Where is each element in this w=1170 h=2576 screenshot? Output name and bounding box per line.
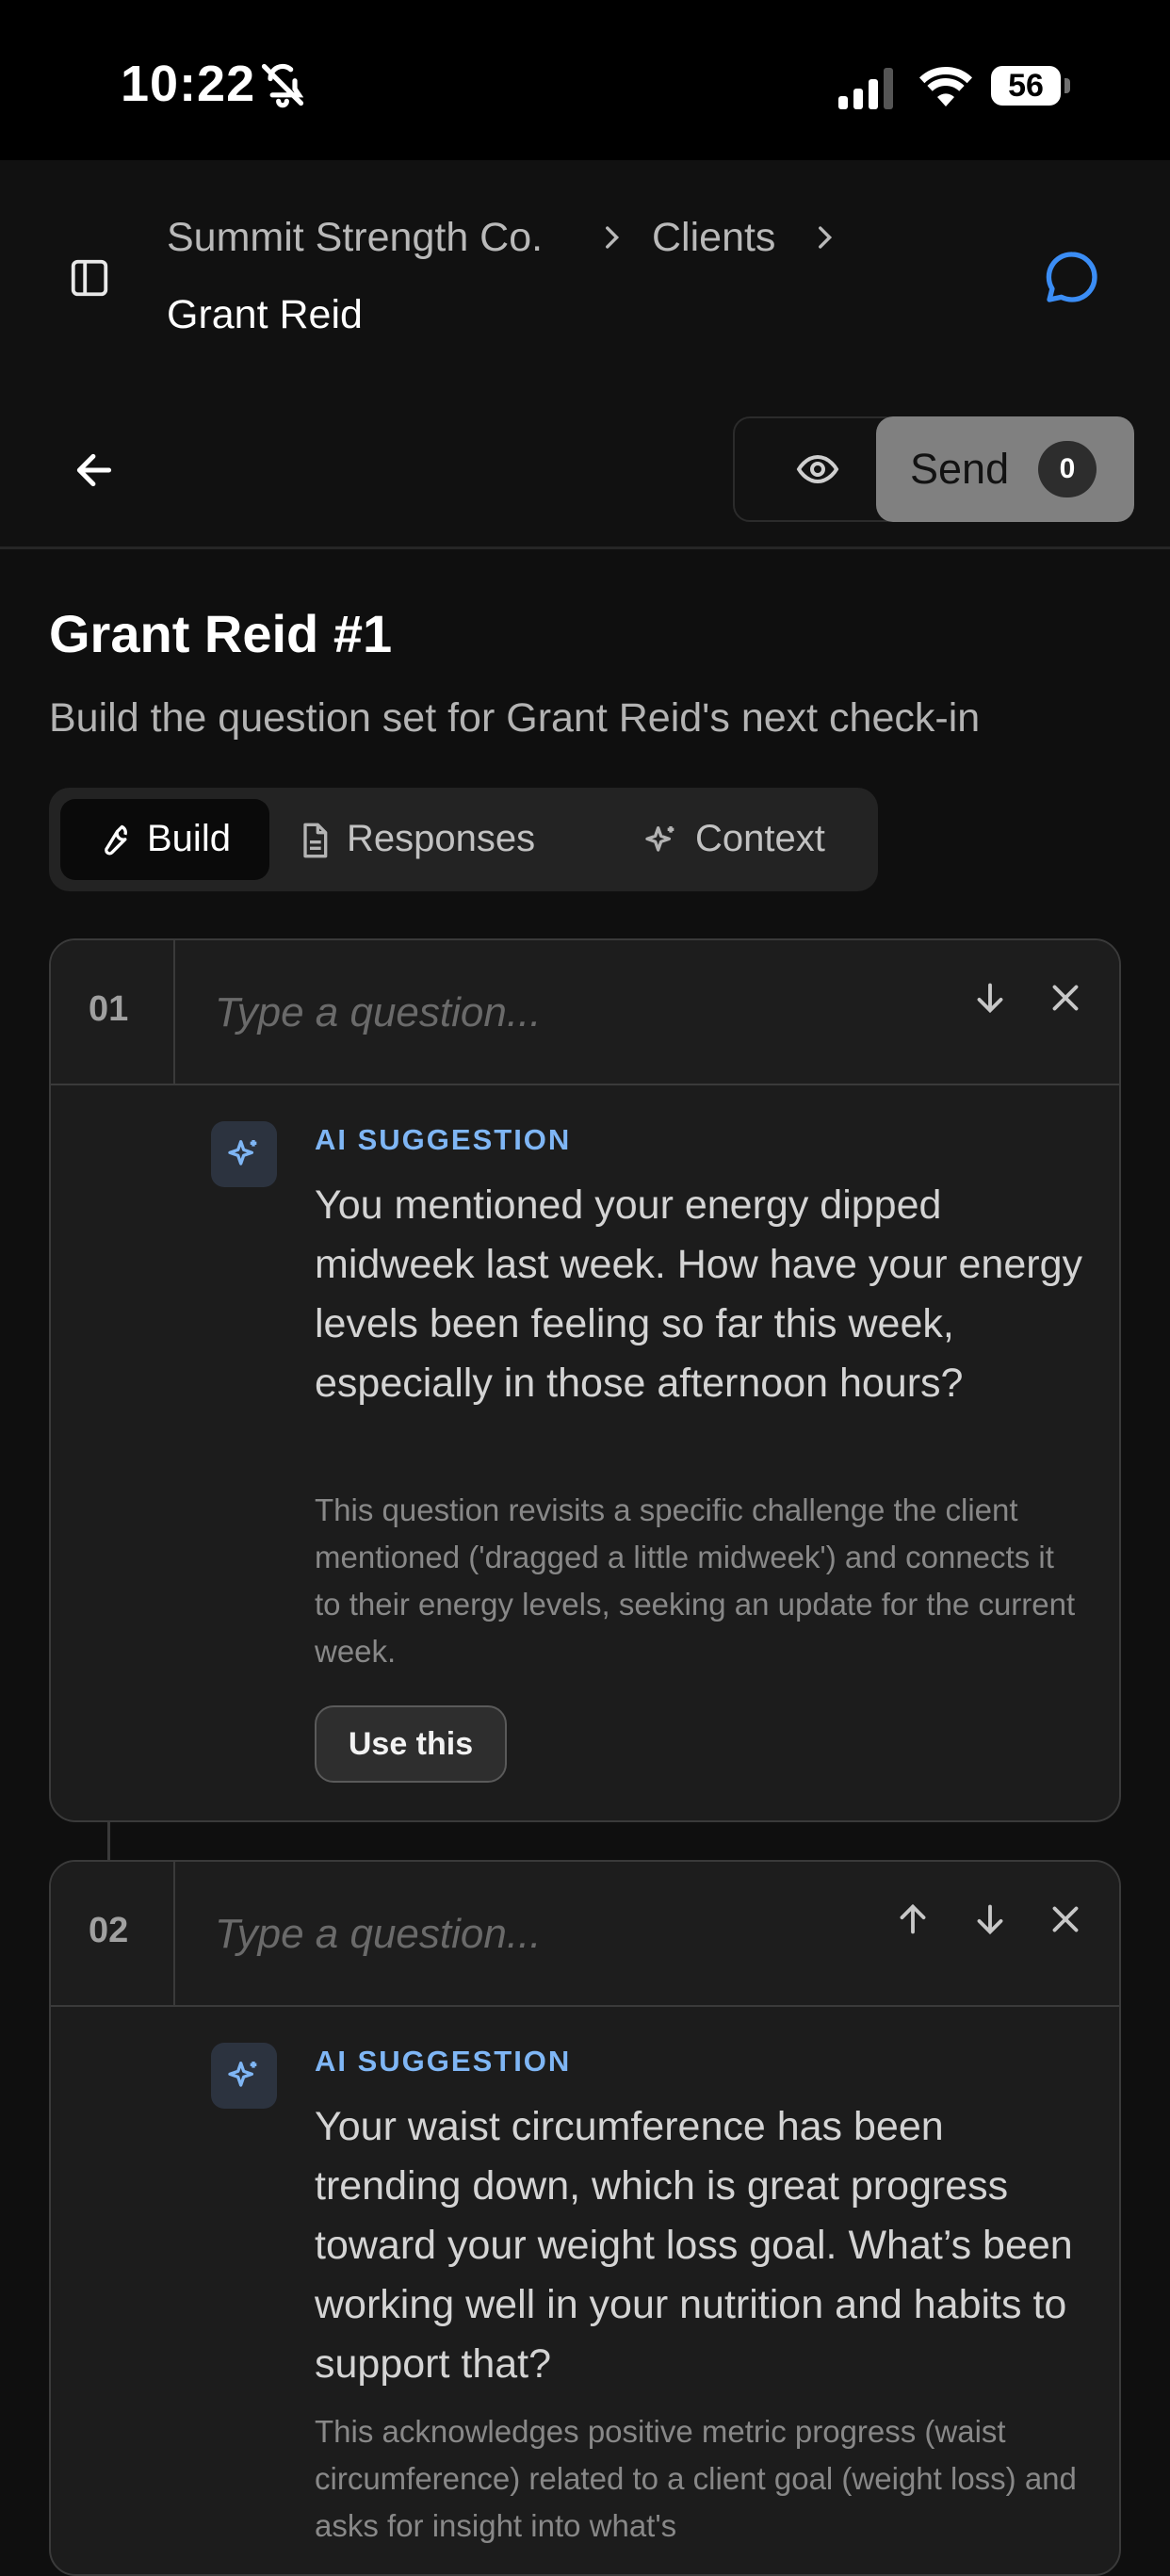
ai-badge (211, 2043, 277, 2109)
sparkle-icon (645, 826, 674, 852)
card-connector (107, 1820, 110, 1860)
move-up-icon[interactable] (891, 1898, 934, 1941)
tab-context[interactable]: Context (631, 799, 867, 880)
question-number: 01 (89, 989, 129, 1029)
ai-suggestion-panel: AI SUGGESTION Your waist circumference h… (51, 2005, 1119, 2570)
question-header: 02 (51, 1862, 1119, 2007)
question-input[interactable] (213, 982, 782, 1044)
wifi-icon (919, 67, 972, 106)
ai-suggestion-label: AI SUGGESTION (315, 2045, 572, 2078)
tab-build-label: Build (147, 818, 231, 859)
tab-responses-label: Responses (347, 818, 536, 859)
breadcrumb-item-company[interactable]: Summit Strength Co. (167, 215, 543, 261)
status-time: 10:22 (121, 56, 256, 112)
tab-responses[interactable]: Responses (296, 799, 635, 880)
battery-level: 56 (991, 66, 1061, 106)
send-count-badge: 0 (1038, 441, 1097, 497)
bell-muted-icon (261, 63, 304, 108)
send-button[interactable]: Send 0 (876, 416, 1134, 522)
move-down-icon[interactable] (968, 1898, 1012, 1941)
question-number: 02 (89, 1911, 129, 1950)
breadcrumb-item-clients[interactable]: Clients (652, 215, 775, 261)
sparkle-icon (228, 2062, 257, 2087)
ai-suggestion-reason: This acknowledges positive metric progre… (315, 2414, 1077, 2543)
question-divider (173, 940, 175, 1084)
tab-build[interactable]: Build (60, 799, 269, 880)
close-icon[interactable] (1044, 976, 1087, 1019)
tab-context-label: Context (695, 818, 825, 859)
battery-cap (1064, 78, 1070, 93)
ai-suggestion-text: Your waist circumference has been trendi… (315, 2104, 1073, 2387)
question-header: 01 (51, 940, 1119, 1085)
chevron-right-icon (606, 226, 620, 249)
eye-icon (796, 454, 839, 484)
ai-suggestion-panel: AI SUGGESTION You mentioned your energy … (51, 1084, 1119, 1820)
ai-suggestion-reason: This question revisits a specific challe… (315, 1492, 1076, 1669)
move-down-icon[interactable] (968, 976, 1012, 1019)
wrench-icon (105, 824, 127, 856)
document-icon (303, 823, 328, 858)
page-title: Grant Reid #1 (49, 604, 393, 663)
send-button-label: Send (910, 445, 1010, 493)
tab-bar: Build Responses Context (49, 788, 878, 891)
use-suggestion-button[interactable]: Use this (315, 1705, 507, 1783)
cellular-signal-icon (838, 68, 893, 109)
question-input[interactable] (213, 1903, 782, 1965)
page-subtitle: Build the question set for Grant Reid's … (49, 695, 981, 741)
arrow-left-icon[interactable] (72, 447, 119, 494)
question-card: 02 AI SUGGESTION Your waist circumferenc… (49, 1860, 1121, 2576)
question-card: 01 AI SUGGESTION You mentioned your ener… (49, 938, 1121, 1822)
ai-badge (211, 1121, 277, 1187)
header-divider (0, 546, 1170, 549)
close-icon[interactable] (1044, 1898, 1087, 1941)
question-divider (173, 1862, 175, 2005)
breadcrumb-current: Grant Reid (167, 292, 363, 337)
ai-suggestion-label: AI SUGGESTION (315, 1123, 572, 1156)
sidebar-toggle-icon[interactable] (68, 256, 111, 300)
ai-suggestion-text: You mentioned your energy dipped midweek… (315, 1182, 1082, 1406)
sparkle-icon (228, 1140, 257, 1166)
chevron-right-icon (819, 226, 833, 249)
chat-bubble-icon[interactable] (1042, 247, 1102, 307)
